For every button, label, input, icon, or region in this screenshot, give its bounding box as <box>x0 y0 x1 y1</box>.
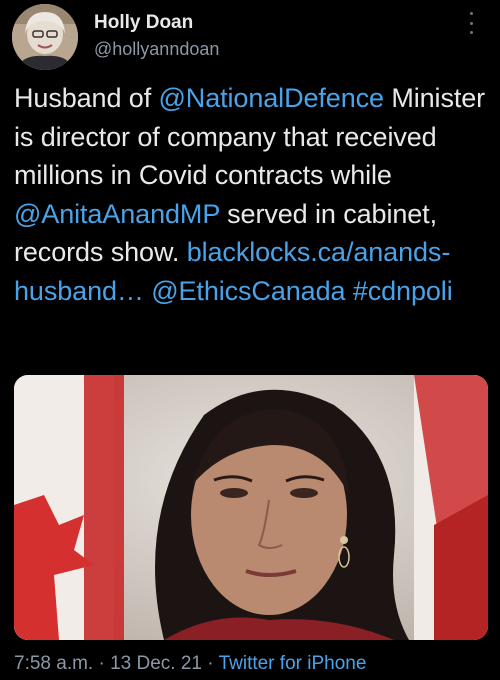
tweet-source[interactable]: Twitter for iPhone <box>219 653 367 674</box>
tweet-text-segment: Husband of <box>14 83 159 113</box>
hashtag-link[interactable]: #cdnpoli <box>353 276 453 306</box>
tweet-text: Husband of @NationalDefence Minister is … <box>14 79 489 310</box>
tweet-image[interactable] <box>14 375 488 640</box>
author-name[interactable]: Holly Doan <box>94 12 193 34</box>
tweet-header: Holly Doan @hollyanndoan <box>12 4 488 70</box>
tweet-time[interactable]: 7:58 a.m. <box>14 653 93 674</box>
mention-link[interactable]: @AnitaAnandMP <box>14 199 220 229</box>
mention-link[interactable]: @EthicsCanada <box>151 276 345 306</box>
mention-link[interactable]: @NationalDefence <box>159 83 385 113</box>
author-handle[interactable]: @hollyanndoan <box>94 39 219 60</box>
avatar[interactable] <box>12 4 78 70</box>
tweet-footer: 7:58 a.m. · 13 Dec. 21 · Twitter for iPh… <box>14 653 366 675</box>
tweet-text-segment <box>345 276 352 306</box>
more-vertical-icon[interactable] <box>468 12 474 34</box>
footer-separator: · <box>98 653 105 674</box>
footer-separator: · <box>207 653 214 674</box>
tweet-date[interactable]: 13 Dec. 21 <box>110 653 202 674</box>
